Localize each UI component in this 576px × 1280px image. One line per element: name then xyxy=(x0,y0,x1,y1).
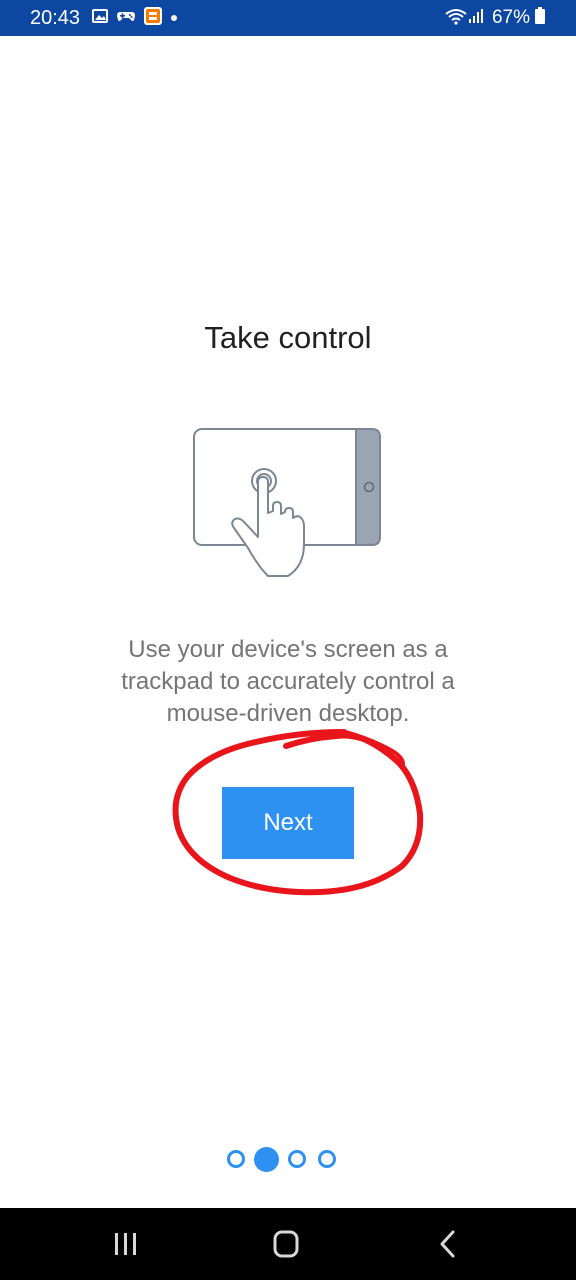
page-dot xyxy=(227,1150,245,1168)
app-notification-icon xyxy=(144,6,162,30)
status-time: 20:43 xyxy=(30,7,81,29)
signal-icon xyxy=(468,7,486,30)
status-notification-icons xyxy=(92,6,186,30)
page-dot-active xyxy=(254,1146,279,1172)
gamepad-icon xyxy=(116,8,136,29)
page-dot xyxy=(318,1150,336,1168)
page-dot xyxy=(288,1150,306,1168)
status-system-icons: 67% xyxy=(444,6,546,30)
next-button[interactable]: Next xyxy=(222,787,354,859)
tablet-with-hand-icon xyxy=(192,426,384,586)
status-bar: 20:43 67% xyxy=(0,0,576,36)
battery-percent: 67% xyxy=(491,7,530,28)
description-text: Use your device's screen as a trackpad t… xyxy=(121,636,455,727)
wifi-icon xyxy=(444,7,468,30)
battery-icon xyxy=(534,6,546,30)
home-icon[interactable] xyxy=(266,1226,306,1262)
dot-icon xyxy=(170,9,178,27)
page-indicator xyxy=(227,1146,349,1172)
recent-apps-icon[interactable] xyxy=(106,1226,146,1262)
page-title: Take control xyxy=(204,320,372,355)
navigation-bar xyxy=(0,1208,576,1280)
back-icon[interactable] xyxy=(428,1226,468,1262)
gallery-icon xyxy=(92,8,108,29)
